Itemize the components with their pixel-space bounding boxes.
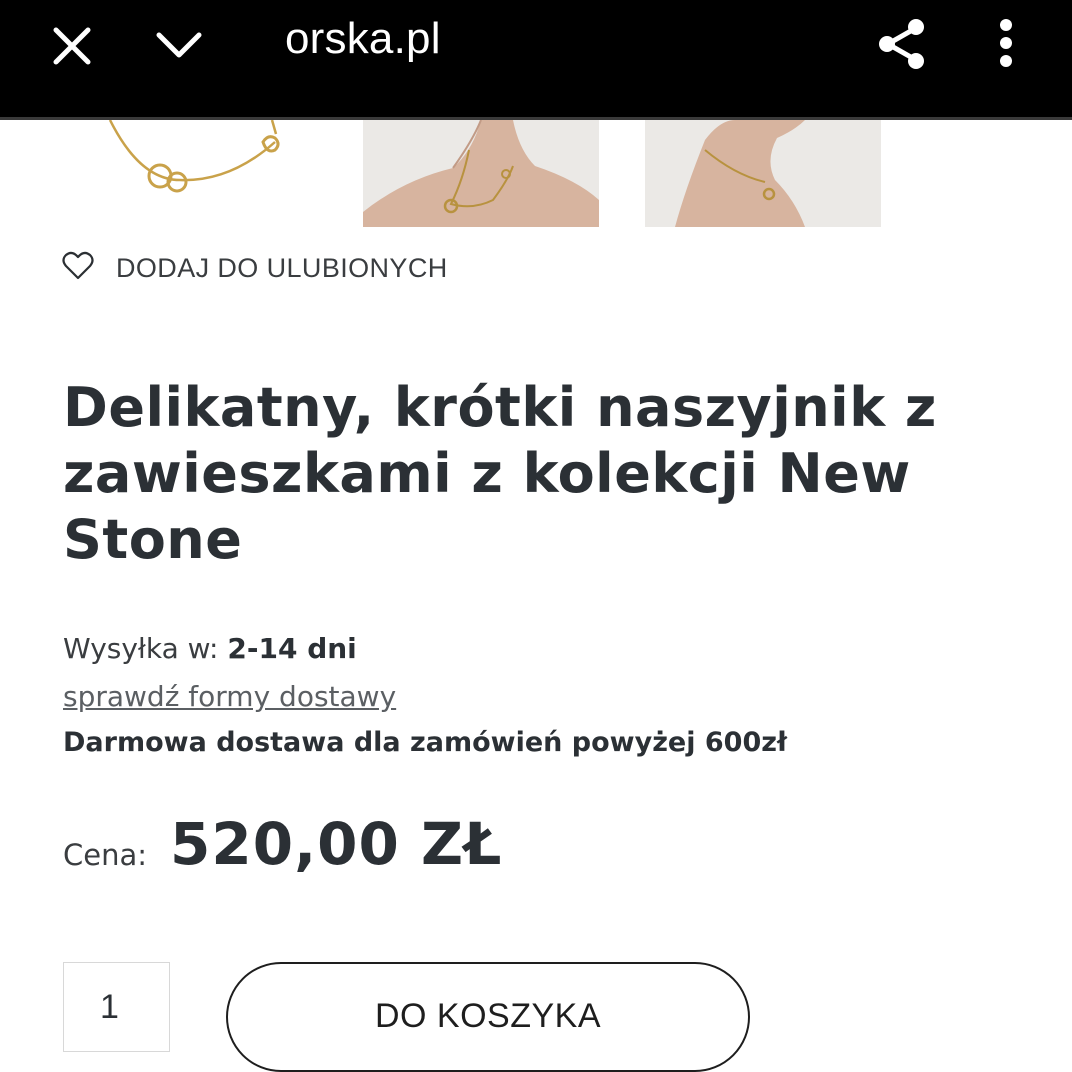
shipping-time: Wysyłka w: 2-14 dni (63, 632, 357, 665)
add-to-favorites-label: DODAJ DO ULUBIONYCH (116, 252, 448, 283)
add-to-favorites[interactable]: DODAJ DO ULUBIONYCH (62, 250, 448, 286)
shipping-value: 2-14 dni (227, 632, 357, 665)
share-icon[interactable] (876, 17, 928, 75)
product-title: Delikatny, krótki naszyjnik z zawieszkam… (63, 376, 937, 571)
heart-icon (62, 251, 94, 285)
price-label: Cena: (63, 838, 148, 872)
shipping-label: Wysyłka w: (63, 632, 219, 665)
add-to-cart-button[interactable]: DO KOSZYKA (226, 962, 750, 1072)
thumbnail-model-front[interactable] (363, 120, 599, 227)
more-vert-icon[interactable] (996, 18, 1016, 72)
browser-top-bar: orska.pl (0, 0, 1072, 120)
thumbnail-necklace[interactable] (80, 120, 320, 227)
close-icon[interactable] (52, 26, 92, 70)
thumbnail-model-side[interactable] (645, 120, 881, 227)
chevron-down-icon[interactable] (155, 30, 203, 64)
free-delivery-note: Darmowa dostawa dla zamówień powyżej 600… (63, 727, 787, 758)
product-gallery (0, 120, 1072, 228)
delivery-options-link[interactable]: sprawdź formy dostawy (63, 680, 396, 713)
page-url[interactable]: orska.pl (285, 14, 441, 64)
add-to-cart-label: DO KOSZYKA (374, 997, 602, 1035)
price-value: 520,00 ZŁ (170, 810, 503, 878)
